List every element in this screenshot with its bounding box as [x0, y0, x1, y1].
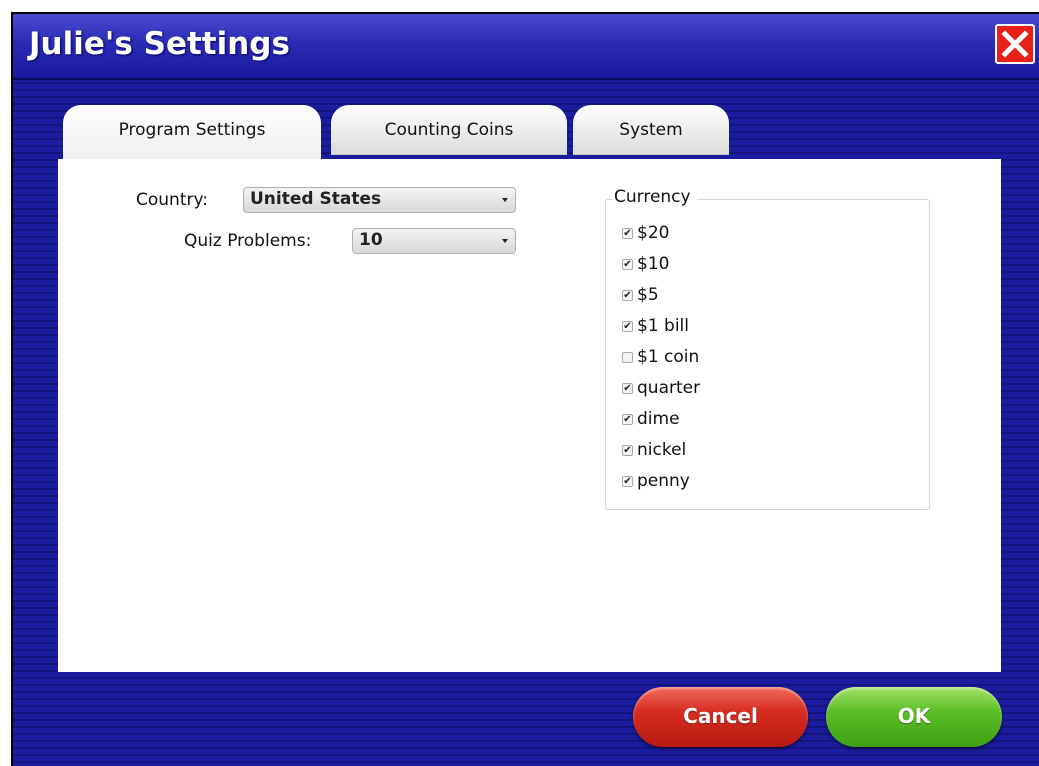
currency-checkbox-label: quarter	[637, 378, 701, 398]
checkbox-checked[interactable]: ✔	[622, 445, 633, 456]
country-label: Country:	[136, 190, 209, 210]
tab-system[interactable]: System	[573, 105, 729, 155]
quiz-problems-select[interactable]: 10	[352, 228, 516, 254]
currency-checkbox-label: $10	[637, 254, 670, 274]
country-select-value: United States	[250, 189, 382, 209]
checkbox-checked[interactable]: ✔	[622, 321, 633, 332]
close-button[interactable]	[995, 24, 1035, 64]
tab-counting-coins-label: Counting Coins	[384, 120, 514, 140]
checkbox-checked[interactable]: ✔	[622, 476, 633, 487]
checkbox-unchecked[interactable]	[622, 352, 633, 363]
currency-checkbox-label: penny	[637, 471, 690, 491]
currency-checkbox-label: nickel	[637, 440, 687, 460]
chevron-down-icon	[502, 198, 508, 202]
currency-checkbox-label: $20	[637, 223, 670, 243]
currency-checkbox-label: dime	[637, 409, 680, 429]
settings-window: Julie's Settings Program Settings Counti…	[11, 12, 1039, 766]
currency-checkbox-label: $1 coin	[637, 347, 700, 367]
tab-system-label: System	[619, 120, 683, 140]
cancel-button[interactable]: Cancel	[633, 687, 808, 747]
currency-checkbox-label: $1 bill	[637, 316, 689, 336]
country-select[interactable]: United States	[243, 187, 516, 213]
quiz-problems-select-value: 10	[359, 230, 383, 250]
currency-checkbox-label: $5	[637, 285, 659, 305]
ok-button[interactable]: OK	[826, 687, 1002, 747]
tab-program-settings[interactable]: Program Settings	[63, 105, 321, 159]
tab-counting-coins[interactable]: Counting Coins	[331, 105, 567, 155]
checkbox-checked[interactable]: ✔	[622, 259, 633, 270]
window-title: Julie's Settings	[29, 26, 290, 62]
currency-legend: Currency	[612, 187, 697, 207]
ok-button-label: OK	[897, 704, 931, 728]
settings-panel: Country: United States Quiz Problems: 10…	[58, 159, 1001, 672]
title-bar: Julie's Settings	[13, 14, 1039, 80]
chevron-down-icon	[502, 239, 508, 243]
checkbox-checked[interactable]: ✔	[622, 414, 633, 425]
cancel-button-label: Cancel	[683, 704, 758, 728]
tab-program-settings-label: Program Settings	[118, 120, 266, 140]
checkbox-checked[interactable]: ✔	[622, 383, 633, 394]
close-icon	[1001, 30, 1029, 58]
checkbox-checked[interactable]: ✔	[622, 290, 633, 301]
quiz-problems-label: Quiz Problems:	[184, 231, 312, 251]
checkbox-checked[interactable]: ✔	[622, 228, 633, 239]
